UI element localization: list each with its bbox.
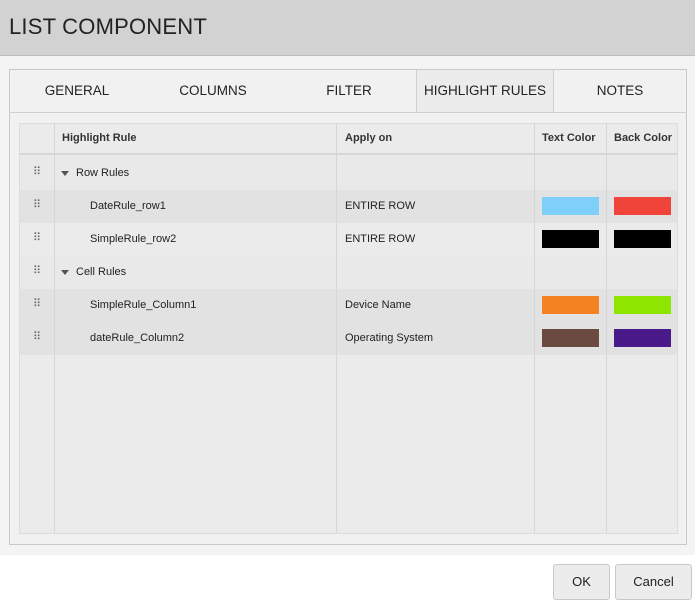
text-color-swatch[interactable] (542, 230, 599, 248)
back-color-swatch[interactable] (614, 230, 671, 248)
tab-bar: GENERAL COLUMNS FILTER HIGHLIGHT RULES N… (10, 70, 686, 113)
back-color-swatch[interactable] (614, 329, 671, 347)
drag-handle-icon[interactable]: ⠿ (33, 299, 41, 310)
drag-handle-icon[interactable]: ⠿ (33, 332, 41, 343)
tab-filter[interactable]: FILTER (282, 70, 416, 112)
apply-on-value: Device Name (345, 299, 412, 311)
text-color-swatch[interactable] (542, 197, 599, 215)
group-name: Row Rules (76, 167, 130, 179)
dialog-titlebar: LIST COMPONENT (0, 0, 695, 56)
drag-handle-icon[interactable]: ⠿ (33, 200, 41, 211)
rule-row[interactable]: ⠿ DateRule_row1 ENTIRE ROW (20, 190, 677, 223)
tab-panel: GENERAL COLUMNS FILTER HIGHLIGHT RULES N… (9, 69, 687, 545)
tab-highlight-rules[interactable]: HIGHLIGHT RULES (416, 70, 554, 112)
text-color-swatch[interactable] (542, 329, 599, 347)
header-apply-on[interactable]: Apply on (345, 124, 392, 155)
rule-name: SimpleRule_Column1 (90, 299, 197, 311)
drag-handle-icon[interactable]: ⠿ (33, 167, 41, 178)
apply-on-value: ENTIRE ROW (345, 200, 416, 212)
rule-name: DateRule_row1 (90, 200, 166, 212)
cancel-button[interactable]: Cancel (615, 564, 692, 600)
rule-row[interactable]: ⠿ dateRule_Column2 Operating System (20, 322, 677, 355)
group-row[interactable]: ⠿ Cell Rules (20, 256, 677, 289)
back-color-swatch[interactable] (614, 296, 671, 314)
tab-notes[interactable]: NOTES (554, 70, 686, 112)
ok-button[interactable]: OK (553, 564, 610, 600)
rule-row[interactable]: ⠿ SimpleRule_Column1 Device Name (20, 289, 677, 322)
column-divider (606, 124, 607, 533)
back-color-swatch[interactable] (614, 197, 671, 215)
header-back-color[interactable]: Back Color (614, 124, 672, 155)
rule-name: SimpleRule_row2 (90, 233, 177, 245)
dialog-body: GENERAL COLUMNS FILTER HIGHLIGHT RULES N… (0, 56, 695, 555)
header-text-color[interactable]: Text Color (542, 124, 596, 155)
dialog-title: LIST COMPONENT (9, 14, 207, 39)
grid-header: Highlight Rule Apply on Text Color Back … (20, 124, 677, 155)
column-divider (336, 124, 337, 533)
group-row[interactable]: ⠿ Row Rules (20, 157, 677, 190)
rule-name: dateRule_Column2 (90, 332, 185, 344)
tab-columns[interactable]: COLUMNS (144, 70, 282, 112)
drag-handle-icon[interactable]: ⠿ (33, 233, 41, 244)
expand-caret-icon[interactable] (61, 171, 69, 176)
drag-handle-icon[interactable]: ⠿ (33, 266, 41, 277)
header-highlight-rule[interactable]: Highlight Rule (62, 124, 137, 155)
rule-row[interactable]: ⠿ SimpleRule_row2 ENTIRE ROW (20, 223, 677, 256)
apply-on-value: ENTIRE ROW (345, 233, 416, 245)
column-divider (534, 124, 535, 533)
column-divider (54, 124, 55, 533)
apply-on-value: Operating System (345, 332, 434, 344)
tab-general[interactable]: GENERAL (10, 70, 144, 112)
group-name: Cell Rules (76, 266, 127, 278)
text-color-swatch[interactable] (542, 296, 599, 314)
expand-caret-icon[interactable] (61, 270, 69, 275)
highlight-rules-grid: Highlight Rule Apply on Text Color Back … (19, 123, 678, 534)
